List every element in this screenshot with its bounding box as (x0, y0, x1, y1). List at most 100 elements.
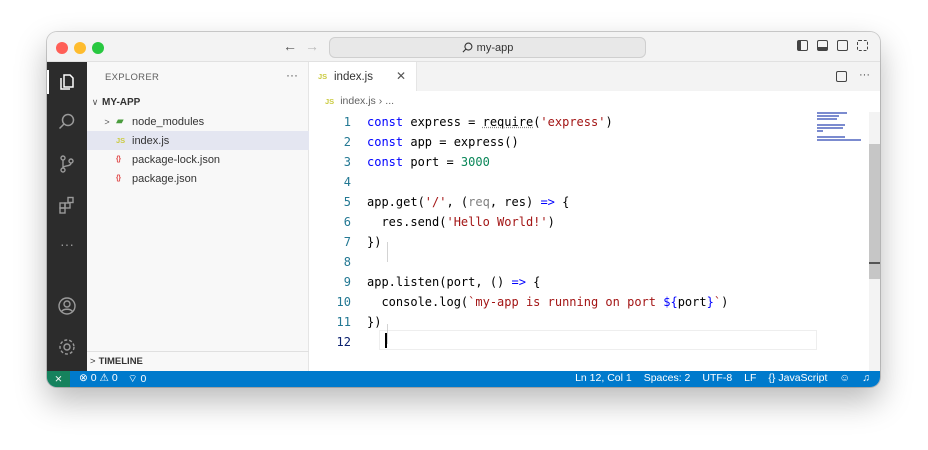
line-number: 9 (343, 275, 351, 289)
minimap-line (817, 118, 837, 120)
search-icon (462, 42, 473, 53)
code-line[interactable]: 9 app.listen(port, () => { (309, 272, 849, 292)
notifications-bell-icon[interactable]: ♫ (862, 372, 870, 384)
json-file-icon: {} (116, 175, 121, 182)
account-icon[interactable] (55, 294, 79, 318)
chevron-down-icon: ∨ (91, 97, 99, 107)
tree-item-label: package.json (132, 172, 197, 185)
root-folder[interactable]: ∨ MY-APP (87, 93, 309, 112)
status-right: Ln 12, Col 1 Spaces: 2 UTF-8 LF {} JavaS… (575, 372, 870, 384)
line-number: 7 (343, 235, 351, 249)
line-number: 4 (343, 175, 351, 189)
minimap-line (817, 130, 823, 132)
remote-indicator-icon[interactable]: ⨯ (47, 371, 70, 387)
tree-item-package-json[interactable]: {} package.json (87, 169, 309, 188)
js-file-icon: JS (325, 96, 335, 106)
tab-label: index.js (334, 70, 373, 83)
radio-tower-icon: ⌔ (127, 373, 138, 385)
code-line[interactable]: 5 app.get('/', (req, res) => { (309, 192, 849, 212)
language-mode[interactable]: {} JavaScript (768, 372, 827, 384)
tree-item-package-lock-json[interactable]: {} package-lock.json (87, 150, 309, 169)
minimap-line (817, 115, 839, 117)
status-left: ⊗ 0 ⚠ 0 ⌔ 0 (79, 372, 146, 386)
close-tab-icon[interactable]: ✕ (396, 69, 406, 83)
layout-controls (797, 40, 868, 51)
tree-item-label: node_modules (132, 115, 205, 128)
editor-actions: ··· (836, 69, 870, 82)
tab-index-js[interactable]: JS index.js ✕ (309, 62, 417, 91)
code-line[interactable]: 1 const express = require('express') (309, 112, 849, 132)
tree-item-label: index.js (132, 134, 170, 147)
toggle-secondary-sidebar-icon[interactable] (837, 40, 848, 51)
code-line[interactable]: 2 const app = express() (309, 132, 849, 152)
line-number: 2 (343, 135, 351, 149)
editor-area: JS index.js ✕ ··· JS index.js › ... 1 con… (309, 62, 880, 371)
timeline-label: TIMELINE (98, 356, 143, 367)
close-window-button[interactable] (56, 42, 68, 54)
code-line[interactable]: 11}) (309, 312, 849, 332)
activity-bar: ··· (47, 62, 87, 371)
cursor-position[interactable]: Ln 12, Col 1 (575, 372, 632, 384)
problems-indicator[interactable]: ⊗ 0 ⚠ 0 (79, 372, 118, 386)
search-icon[interactable] (55, 110, 79, 134)
breadcrumb: JS index.js › ... (325, 95, 394, 107)
end-of-line[interactable]: LF (744, 372, 756, 384)
command-center-text: my-app (476, 41, 514, 54)
settings-gear-icon[interactable] (55, 335, 79, 359)
code-line[interactable]: 8 (309, 252, 849, 272)
line-number: 1 (343, 115, 351, 129)
code-line[interactable]: 4 (309, 172, 849, 192)
zoom-window-button[interactable] (92, 42, 104, 54)
minimap-line (817, 127, 843, 129)
minimap-line (817, 112, 847, 114)
node-folder-icon: ▰ (116, 116, 124, 127)
root-folder-label: MY-APP (102, 97, 141, 108)
line-number: 6 (343, 215, 351, 229)
code-line[interactable]: 6 res.send('Hello World!') (309, 212, 849, 232)
tree-item-index-js[interactable]: JS index.js (87, 131, 309, 150)
copilot-icon[interactable]: ☺ (839, 372, 850, 384)
sidebar-more-actions-icon[interactable]: ··· (286, 68, 298, 82)
tree-item-label: package-lock.json (132, 153, 221, 166)
chevron-right-icon: > (104, 116, 110, 127)
line-number: 8 (343, 255, 351, 269)
indentation[interactable]: Spaces: 2 (644, 372, 691, 384)
source-control-icon[interactable] (55, 152, 79, 176)
minimap[interactable] (817, 112, 865, 152)
code-line[interactable]: 12 (309, 332, 849, 352)
code-line[interactable]: 3 const port = 3000 (309, 152, 849, 172)
error-icon: ⊗ (79, 372, 88, 384)
line-number: 5 (343, 195, 351, 209)
js-file-icon: JS (318, 72, 328, 81)
line-number: 10 (336, 295, 351, 309)
timeline-section[interactable]: > TIMELINE (87, 351, 309, 371)
toggle-primary-sidebar-icon[interactable] (797, 40, 808, 51)
customize-layout-icon[interactable] (857, 40, 868, 51)
explorer-icon[interactable] (47, 70, 79, 94)
status-bar: ⨯ ⊗ 0 ⚠ 0 ⌔ 0 Ln 12, Col 1 Spaces: 2 UTF… (47, 371, 880, 387)
breadcrumb-rest[interactable]: ... (385, 95, 394, 107)
command-center[interactable]: my-app (329, 37, 646, 58)
back-arrow-icon[interactable]: ← (283, 38, 297, 54)
extensions-icon[interactable] (55, 193, 79, 217)
chevron-right-icon: > (90, 356, 96, 367)
text-caret (385, 333, 387, 348)
code-line[interactable]: 7}) (309, 232, 849, 252)
toggle-panel-icon[interactable] (817, 40, 828, 51)
split-editor-icon[interactable] (836, 71, 847, 82)
editor-more-actions-icon[interactable]: ··· (859, 69, 870, 82)
breadcrumb-file[interactable]: index.js (340, 95, 376, 107)
title-bar: ← → my-app (47, 32, 880, 62)
scrollbar-thumb[interactable] (869, 144, 880, 279)
minimap-line (817, 139, 861, 141)
ports-indicator[interactable]: ⌔ 0 (128, 372, 147, 386)
minimize-window-button[interactable] (74, 42, 86, 54)
code-line[interactable]: 10 console.log(`my-app is running on por… (309, 292, 849, 312)
more-views-icon[interactable]: ··· (55, 232, 79, 256)
minimap-line (817, 136, 845, 138)
json-file-icon: {} (116, 156, 121, 163)
line-number: 11 (336, 315, 351, 329)
forward-arrow-icon[interactable]: → (305, 38, 319, 54)
tree-item-node-modules[interactable]: > ▰ node_modules (87, 112, 309, 131)
encoding[interactable]: UTF-8 (702, 372, 732, 384)
